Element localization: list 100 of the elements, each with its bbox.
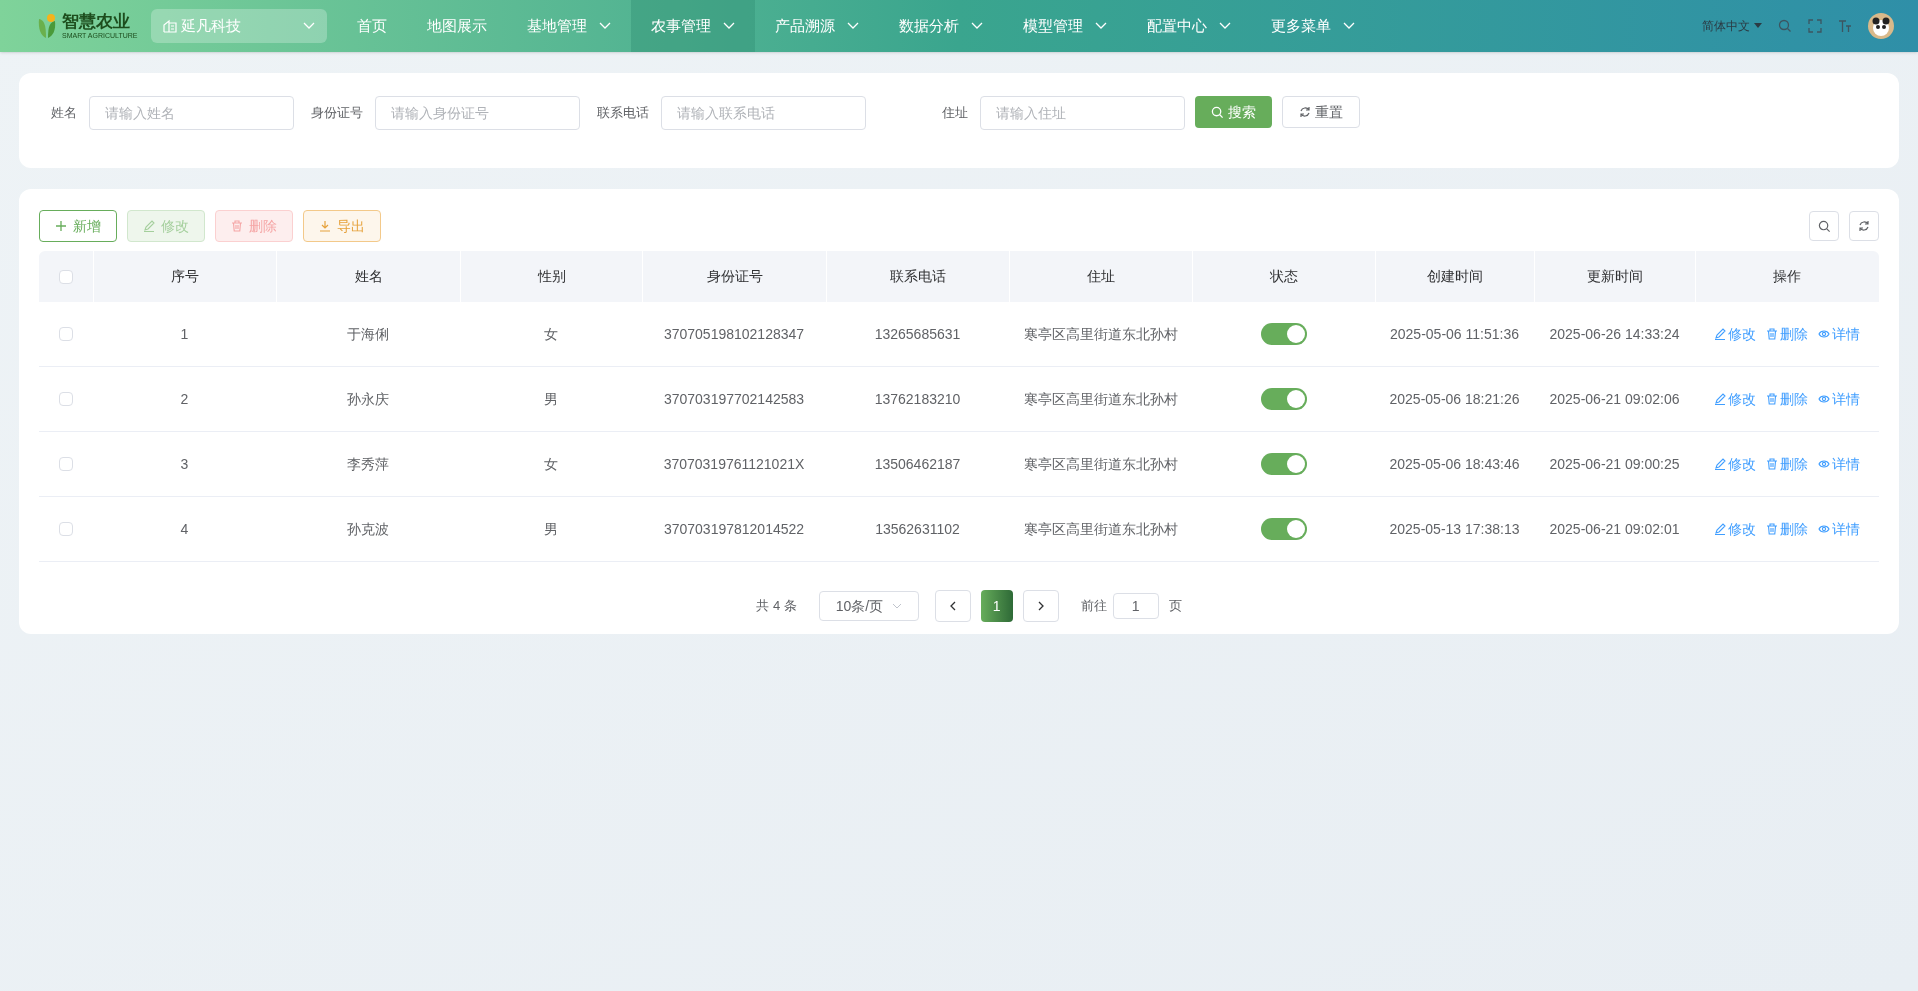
nav-menu-item[interactable]: 基地管理	[507, 0, 632, 52]
status-toggle[interactable]	[1260, 388, 1307, 410]
export-button[interactable]: 导出	[303, 210, 381, 242]
plus-icon	[55, 220, 67, 232]
row-checkbox[interactable]	[59, 392, 73, 406]
delete-link[interactable]: 删除	[1765, 388, 1808, 410]
search-button[interactable]: 搜索	[1195, 96, 1272, 128]
details-link[interactable]: 详情	[1817, 518, 1860, 540]
table-cell-text: 37070319761121021X	[662, 454, 806, 474]
caret-down-icon	[1754, 23, 1762, 29]
goto-suffix: 页	[1168, 597, 1182, 616]
table-cell-text: 寒亭区高里街道东北孙村	[1022, 519, 1179, 539]
fullscreen-icon[interactable]	[1808, 19, 1822, 33]
table-cell-text: 2025-06-26 14:33:24	[1548, 324, 1681, 344]
table-cell-text: 女	[543, 454, 559, 474]
row-checkbox[interactable]	[59, 457, 73, 471]
table-cell-text: 13762183210	[873, 389, 962, 409]
status-toggle[interactable]	[1260, 323, 1307, 345]
trash-icon	[231, 220, 243, 232]
chevron-down-icon	[1219, 22, 1232, 30]
search-input-field[interactable]: 请输入身份证号	[375, 96, 580, 130]
pencil-icon	[1713, 523, 1726, 535]
nav-menu-item[interactable]: 产品溯源	[755, 0, 880, 52]
edit-link[interactable]: 修改	[1713, 518, 1756, 540]
table-cell-text: 女	[543, 324, 559, 344]
status-toggle[interactable]	[1260, 453, 1307, 475]
pencil-icon	[1713, 393, 1726, 405]
column-header: 创建时间	[1375, 251, 1534, 302]
search-icon	[1211, 105, 1224, 119]
organization-select[interactable]: 延凡科技	[151, 9, 328, 43]
next-page-button[interactable]	[1022, 590, 1059, 622]
goto-label: 前往	[1080, 597, 1107, 616]
trash-icon	[1765, 523, 1778, 535]
column-header: 操作	[1695, 251, 1878, 302]
status-toggle[interactable]	[1260, 518, 1307, 540]
eye-icon	[1817, 458, 1830, 470]
chevron-down-icon	[891, 603, 902, 609]
eye-icon	[1817, 523, 1830, 535]
table-cell-text: 13562631102	[874, 519, 961, 539]
select-all-checkbox[interactable]	[59, 269, 73, 284]
row-checkbox[interactable]	[59, 327, 73, 341]
trash-icon	[1765, 393, 1778, 405]
nav-menu-item[interactable]: 农事管理	[631, 0, 756, 52]
goto-page-field[interactable]: 1	[1112, 593, 1159, 619]
table-cell-text: 13506462187	[873, 454, 962, 474]
edit-link[interactable]: 修改	[1713, 453, 1756, 475]
table-cell-text: 370703197702142583	[662, 389, 806, 409]
row-checkbox[interactable]	[59, 522, 73, 536]
avatar-icon[interactable]	[1868, 13, 1894, 39]
total-count: 共 4 条	[756, 597, 797, 616]
nav-menu-item[interactable]: 模型管理	[1003, 0, 1128, 52]
chevron-down-icon	[1343, 22, 1356, 30]
details-link[interactable]: 详情	[1817, 388, 1860, 410]
search-input-field[interactable]: 请输入住址	[980, 96, 1185, 130]
nav-menu-item[interactable]: 配置中心	[1127, 0, 1252, 52]
refresh-icon	[1299, 106, 1311, 118]
page-size-select[interactable]: 10条/页	[818, 591, 919, 621]
leaf-logo-icon	[36, 13, 58, 39]
font-size-icon[interactable]	[1838, 19, 1852, 33]
chevron-down-icon	[599, 22, 612, 30]
delete-link[interactable]: 删除	[1765, 453, 1808, 475]
nav-menu-item[interactable]: 首页	[337, 0, 408, 52]
table-cell-text: 2025-06-21 09:00:25	[1548, 454, 1681, 474]
page-button[interactable]: 1	[980, 590, 1013, 622]
edit-link[interactable]: 修改	[1713, 388, 1756, 410]
language-select[interactable]: 简体中文	[1702, 17, 1762, 35]
previous-page-button[interactable]	[934, 590, 971, 622]
field-label: 姓名	[50, 104, 78, 122]
delete-link[interactable]: 删除	[1765, 518, 1808, 540]
reset-button[interactable]: 重置	[1282, 96, 1360, 128]
edit-link[interactable]: 修改	[1713, 323, 1756, 345]
column-header: 状态	[1192, 251, 1375, 302]
delete-link[interactable]: 删除	[1765, 323, 1808, 345]
field-label: 住址	[941, 104, 969, 122]
field-label: 联系电话	[596, 104, 650, 122]
search-icon[interactable]	[1778, 19, 1792, 33]
nav-menu-item[interactable]: 更多菜单	[1251, 0, 1376, 52]
details-link[interactable]: 详情	[1817, 323, 1860, 345]
table-cell-text: 2	[179, 389, 190, 409]
search-input-field[interactable]: 请输入姓名	[89, 96, 294, 130]
column-header: 性别	[460, 251, 642, 302]
table-cell-text: 2025-05-06 11:51:36	[1389, 324, 1520, 344]
search-input-field[interactable]: 请输入联系电话	[661, 96, 866, 130]
chevron-down-icon	[847, 22, 860, 30]
column-header: 联系电话	[826, 251, 1009, 302]
add-button[interactable]: 新增	[39, 210, 117, 242]
details-link[interactable]: 详情	[1817, 453, 1860, 475]
table-cell-text: 2025-06-21 09:02:01	[1548, 519, 1681, 539]
table-cell-text: 370703197812014522	[662, 519, 806, 539]
toggle-search-button[interactable]	[1809, 211, 1839, 241]
refresh-button[interactable]	[1849, 211, 1879, 241]
column-header: 序号	[93, 251, 276, 302]
nav-menu-item[interactable]: 地图展示	[407, 0, 508, 52]
nav-menu-item[interactable]: 数据分析	[879, 0, 1004, 52]
table-cell-text: 孙克波	[346, 519, 390, 539]
column-header: 更新时间	[1534, 251, 1695, 302]
pencil-icon	[1713, 458, 1726, 470]
chevron-left-icon	[949, 601, 956, 611]
organization-name: 延凡科技	[181, 15, 243, 36]
chevron-down-icon	[1095, 22, 1108, 30]
